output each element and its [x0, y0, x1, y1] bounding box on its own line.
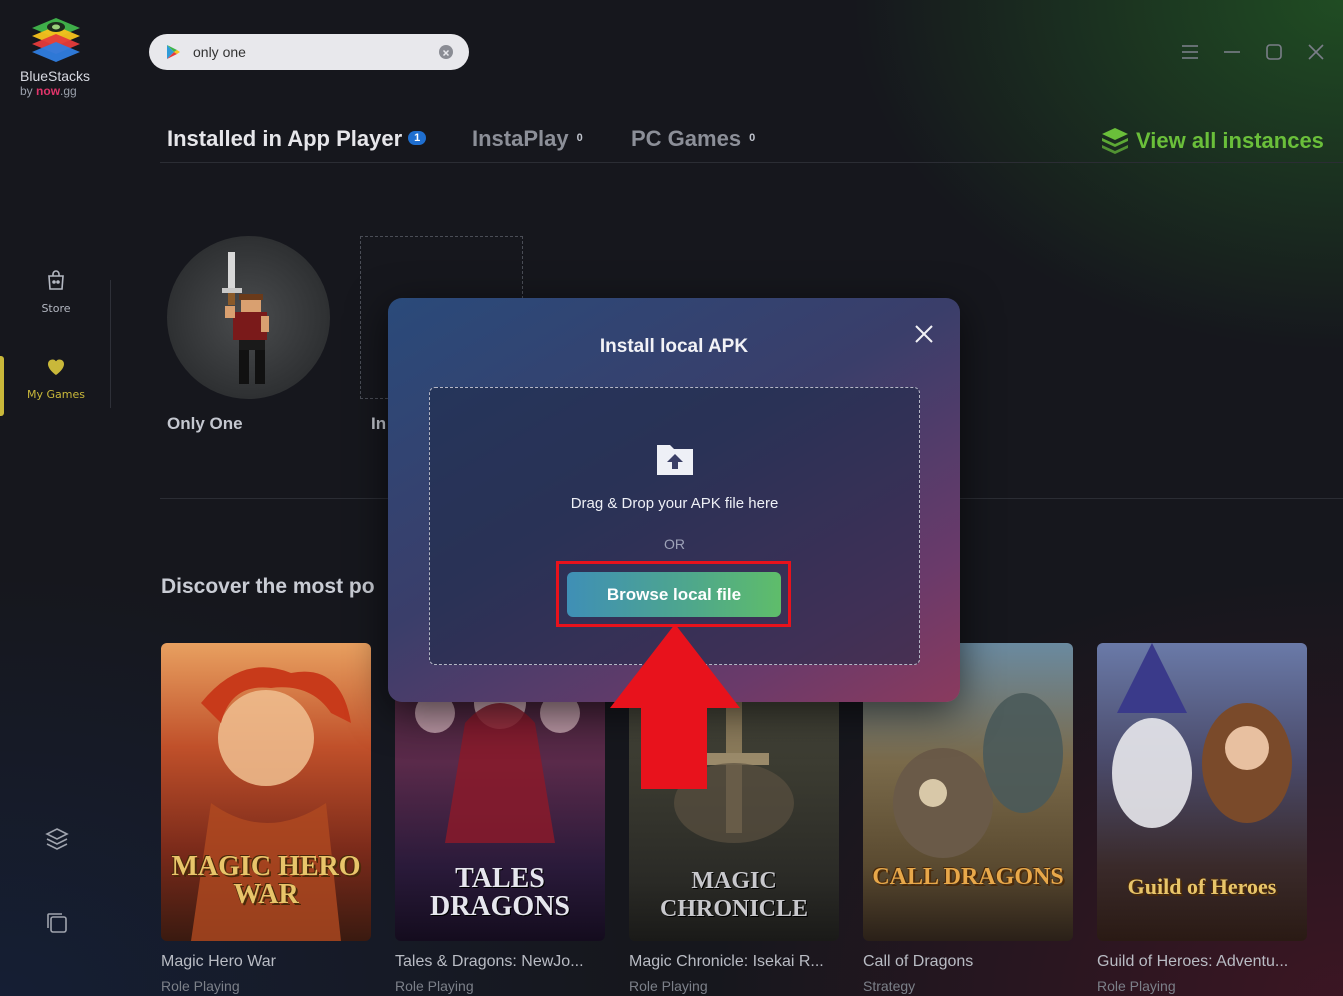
- tab-label: Installed in App Player: [167, 126, 403, 151]
- clear-search-icon[interactable]: [439, 45, 453, 59]
- tab-pc-games[interactable]: PC Games 0: [631, 126, 755, 152]
- view-all-instances-link[interactable]: View all instances: [1100, 126, 1324, 154]
- sidebar-item-label: Store: [41, 302, 71, 315]
- pointer-arrow-icon: [610, 624, 740, 789]
- logo-subtitle: by now.gg: [20, 84, 77, 98]
- instances-icon: [1102, 128, 1128, 154]
- tab-count-badge: 0: [749, 132, 756, 144]
- game-card-genre: Role Playing: [161, 978, 240, 994]
- google-play-icon: [167, 45, 180, 59]
- game-card-name: Guild of Heroes: Adventu...: [1097, 953, 1289, 970]
- card-art-title: CALL DRAGONS: [872, 864, 1064, 890]
- game-card[interactable]: MAGIC HERO WAR: [161, 643, 371, 941]
- multi-window-icon[interactable]: [44, 910, 70, 936]
- game-icon-only-one[interactable]: [167, 236, 330, 399]
- game-card[interactable]: Guild of Heroes: [1097, 643, 1307, 941]
- tab-count-badge: 0: [576, 132, 583, 144]
- maximize-icon[interactable]: [1264, 42, 1284, 62]
- game-card-genre: Role Playing: [395, 978, 474, 994]
- sidebar-item-store[interactable]: Store: [0, 268, 112, 315]
- game-card-name: Tales & Dragons: NewJo...: [395, 953, 584, 970]
- store-icon: [48, 270, 64, 290]
- search-bar[interactable]: [149, 34, 469, 70]
- card-art-title: MAGIC CHRONICLE: [659, 868, 809, 922]
- sidebar-item-my-games[interactable]: My Games: [0, 354, 112, 401]
- tabs-divider: [160, 162, 1343, 163]
- view-all-label: View all instances: [1136, 128, 1324, 153]
- tab-label: InstaPlay: [472, 126, 569, 151]
- game-card-name: Call of Dragons: [863, 953, 974, 970]
- pixel-character-icon: [222, 252, 269, 384]
- game-card-genre: Role Playing: [629, 978, 708, 994]
- or-separator: OR: [664, 536, 685, 552]
- bluestacks-logo-icon: [32, 18, 80, 62]
- close-icon: [442, 49, 450, 57]
- folder-upload-icon: [657, 445, 693, 475]
- minimize-icon[interactable]: [1222, 42, 1242, 62]
- discover-heading: Discover the most po: [161, 575, 375, 598]
- game-name: Only One: [167, 414, 243, 433]
- card-art-title: TALES DRAGONS: [429, 863, 570, 922]
- tab-count-badge: 1: [408, 131, 427, 145]
- dialog-title: Install local APK: [599, 336, 749, 357]
- game-card-genre: Strategy: [863, 978, 916, 994]
- game-card-name: Magic Chronicle: Isekai R...: [629, 953, 824, 970]
- close-window-icon[interactable]: [1306, 42, 1326, 62]
- sidebar: BlueStacks by now.gg Store My Games: [0, 0, 112, 996]
- install-tile-label: In: [371, 414, 387, 433]
- tab-label: PC Games: [631, 126, 742, 151]
- highlight-box: [556, 561, 791, 627]
- layers-icon[interactable]: [44, 826, 70, 852]
- search-input[interactable]: [193, 42, 433, 62]
- heart-icon: [48, 359, 64, 375]
- tab-installed[interactable]: Installed in App Player 1: [167, 126, 427, 152]
- logo-wordmark: BlueStacks: [20, 68, 91, 84]
- game-card-name: Magic Hero War: [161, 953, 276, 970]
- card-art-title: Guild of Heroes: [1127, 874, 1277, 899]
- tab-instaplay[interactable]: InstaPlay 0: [472, 126, 583, 152]
- close-icon[interactable]: [912, 322, 936, 346]
- game-card-genre: Role Playing: [1097, 978, 1176, 994]
- sidebar-item-label: My Games: [27, 388, 85, 401]
- card-art-title: MAGIC HERO WAR: [171, 851, 361, 910]
- drag-drop-text: Drag & Drop your APK file here: [570, 495, 779, 512]
- menu-icon[interactable]: [1180, 42, 1200, 62]
